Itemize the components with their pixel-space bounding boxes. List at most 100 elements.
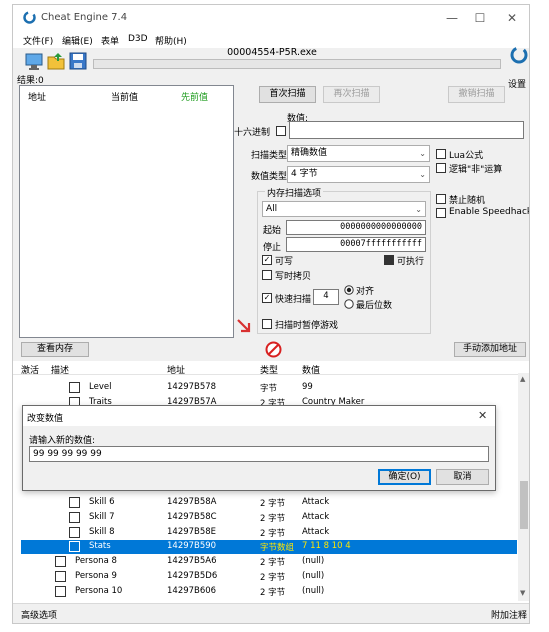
- table-header: 激活 描述 地址 类型 数值: [13, 361, 529, 376]
- chevron-down-icon: ⌄: [419, 170, 426, 179]
- settings-label[interactable]: 设置: [508, 77, 526, 90]
- disable-random-label[interactable]: 禁止随机: [449, 193, 485, 206]
- fast-scan-checkbox[interactable]: ✓: [262, 293, 272, 303]
- alignment-radio[interactable]: [344, 285, 354, 295]
- row-active-checkbox[interactable]: [55, 571, 66, 582]
- not-logic-checkbox[interactable]: [436, 163, 446, 173]
- scroll-down-icon[interactable]: ▼: [520, 589, 525, 597]
- value-type-select[interactable]: 4 字节 ⌄: [287, 166, 430, 183]
- executable-label[interactable]: 可执行: [397, 254, 424, 267]
- view-memory-button[interactable]: 查看内存: [21, 342, 89, 357]
- menu-help[interactable]: 帮助(H): [155, 34, 187, 47]
- col-previous-value[interactable]: 先前值: [181, 90, 208, 103]
- row-active-checkbox[interactable]: [55, 556, 66, 567]
- next-scan-button[interactable]: 再次扫描: [323, 86, 380, 103]
- menu-table[interactable]: 表单: [101, 34, 119, 47]
- advanced-options-link[interactable]: 高级选项: [21, 608, 57, 621]
- row-active-checkbox[interactable]: [69, 512, 80, 523]
- speedhack-checkbox[interactable]: [436, 208, 446, 218]
- scan-type-label: 扫描类型: [251, 151, 288, 161]
- lua-formula-checkbox[interactable]: [436, 149, 446, 159]
- fast-scan-input[interactable]: 4: [313, 289, 339, 305]
- writable-label[interactable]: 可写: [275, 254, 293, 267]
- disable-random-checkbox[interactable]: [436, 194, 446, 204]
- executable-checkbox[interactable]: [384, 255, 394, 265]
- table-row[interactable]: Persona 9 14297B5D6 2 字节 (null): [21, 570, 517, 584]
- stop-address-field[interactable]: 00007fffffffffff: [286, 237, 426, 252]
- row-active-checkbox[interactable]: [69, 382, 80, 393]
- dialog-cancel-button[interactable]: 取消: [436, 469, 489, 485]
- row-active-checkbox[interactable]: [69, 527, 80, 538]
- last-digits-label[interactable]: 最后位数: [356, 298, 392, 311]
- change-value-dialog: 改变数值 ✕ 请输入新的数值: 99 99 99 99 99 确定(O) 取消: [22, 405, 496, 491]
- col-address[interactable]: 地址: [28, 90, 46, 103]
- col-type[interactable]: 类型: [260, 363, 278, 376]
- start-address-field[interactable]: 0000000000000000: [286, 220, 426, 235]
- table-row-selected[interactable]: Stats 14297B590 字节数组 7 11 8 10 4: [21, 540, 517, 554]
- first-scan-button[interactable]: 首次扫描: [259, 86, 316, 103]
- add-to-list-arrow-icon[interactable]: [236, 318, 252, 334]
- copy-on-write-checkbox[interactable]: [262, 270, 272, 280]
- scrollbar-thumb[interactable]: [520, 481, 528, 529]
- maximize-button[interactable]: ☐: [467, 8, 493, 28]
- cheat-engine-logo-icon: [23, 11, 36, 24]
- settings-logo-icon[interactable]: [509, 45, 529, 65]
- undo-scan-button[interactable]: 撤销扫描: [448, 86, 505, 103]
- last-digits-radio[interactable]: [344, 299, 354, 309]
- row-type: 2 字节: [260, 514, 286, 524]
- add-address-manually-button[interactable]: 手动添加地址: [454, 342, 526, 357]
- col-address[interactable]: 地址: [167, 363, 185, 376]
- row-value: 99: [302, 382, 313, 392]
- menu-d3d[interactable]: D3D: [128, 34, 148, 44]
- pause-game-checkbox[interactable]: [262, 319, 272, 329]
- dialog-close-button[interactable]: ✕: [478, 409, 487, 422]
- row-address: 14297B5A6: [167, 556, 217, 566]
- minimize-button[interactable]: —: [439, 8, 465, 28]
- table-row[interactable]: Skill 8 14297B58E 2 字节 Attack: [21, 526, 517, 540]
- table-row[interactable]: Persona 8 14297B5A6 2 字节 (null): [21, 555, 517, 569]
- pause-game-label[interactable]: 扫描时暂停游戏: [275, 318, 338, 331]
- row-active-checkbox[interactable]: [55, 586, 66, 597]
- menu-edit[interactable]: 编辑(E): [62, 34, 93, 47]
- table-extras-link[interactable]: 附加注释: [491, 608, 527, 621]
- title-bar: Cheat Engine 7.4 — ☐ ✕: [13, 5, 529, 31]
- scroll-up-icon[interactable]: ▲: [520, 375, 525, 383]
- new-value-input[interactable]: 99 99 99 99 99: [29, 446, 489, 462]
- hex-checkbox[interactable]: [276, 126, 286, 136]
- row-value: Attack: [302, 527, 330, 537]
- col-current-value[interactable]: 当前值: [111, 90, 138, 103]
- copy-on-write-label[interactable]: 写时拷贝: [275, 269, 311, 282]
- row-active-checkbox[interactable]: [69, 497, 80, 508]
- not-logic-label[interactable]: 逻辑"非"运算: [449, 162, 502, 175]
- close-button[interactable]: ✕: [499, 8, 525, 28]
- table-row[interactable]: Persona 10 14297B606 2 字节 (null): [21, 585, 517, 597]
- lua-formula-label[interactable]: Lua公式: [449, 148, 483, 161]
- writable-checkbox[interactable]: ✓: [262, 255, 272, 265]
- col-active[interactable]: 激活: [21, 363, 39, 376]
- memory-region-value: All: [266, 204, 278, 214]
- value-type-label: 数值类型: [251, 172, 288, 182]
- row-address: 14297B578: [167, 382, 217, 392]
- table-row[interactable]: Skill 7 14297B58C 2 字节 Attack: [21, 511, 517, 525]
- col-description[interactable]: 描述: [51, 363, 69, 376]
- table-row[interactable]: Level 14297B578 字节 99: [21, 381, 517, 395]
- found-address-list[interactable]: 地址 当前值 先前值: [19, 85, 234, 338]
- alignment-label[interactable]: 对齐: [356, 284, 374, 297]
- value-input[interactable]: [289, 121, 524, 139]
- memory-region-select[interactable]: All ⌄: [262, 201, 426, 217]
- fast-scan-label[interactable]: 快速扫描: [275, 292, 311, 305]
- table-row[interactable]: Skill 6 14297B58A 2 字节 Attack: [21, 496, 517, 510]
- scan-type-select[interactable]: 精确数值 ⌄: [287, 145, 430, 162]
- dialog-prompt: 请输入新的数值:: [29, 436, 96, 446]
- row-type: 2 字节: [260, 499, 286, 509]
- menu-file[interactable]: 文件(F): [23, 34, 53, 47]
- col-value[interactable]: 数值: [302, 363, 320, 376]
- row-active-checkbox[interactable]: [69, 541, 80, 552]
- row-address: 14297B58A: [167, 497, 217, 507]
- clear-list-icon[interactable]: [265, 341, 282, 358]
- table-scrollbar[interactable]: ▲ ▼: [518, 373, 529, 601]
- speedhack-label[interactable]: Enable Speedhack: [449, 207, 529, 217]
- dialog-ok-button[interactable]: 确定(O): [378, 469, 431, 485]
- dialog-title-bar: 改变数值 ✕: [23, 406, 495, 426]
- row-address: 14297B606: [167, 586, 217, 596]
